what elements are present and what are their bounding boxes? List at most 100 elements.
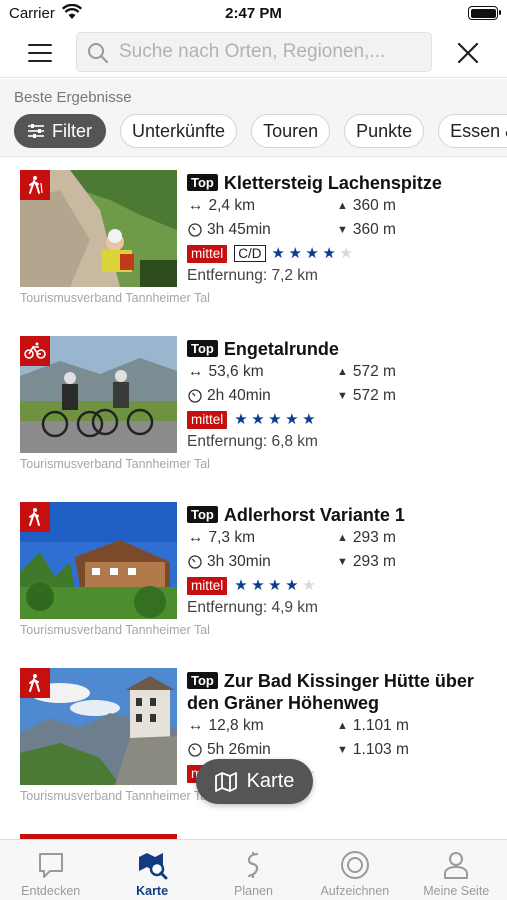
result-image bbox=[20, 668, 177, 785]
result-title: Top Engetalrunde bbox=[187, 338, 487, 360]
descent-value: 572 m bbox=[352, 387, 396, 404]
tab-label: Meine Seite bbox=[423, 884, 490, 898]
difficulty-badge: mittel bbox=[187, 410, 228, 429]
rating-stars: ★★★★★ bbox=[234, 410, 319, 428]
star-icon: ★ bbox=[234, 576, 248, 594]
tab-bar: Entdecken Karte Planen Aufzeichnen Meine… bbox=[0, 839, 507, 900]
distance-value: 7,3 km bbox=[208, 529, 256, 546]
ascent-value: 293 m bbox=[352, 529, 396, 546]
star-icon: ★ bbox=[288, 244, 302, 262]
result-info: Top Engetalrunde ↔ 53,6 km ▲ 572 m 2h 40min… bbox=[187, 338, 487, 451]
search-icon bbox=[88, 43, 109, 64]
chip-unterkuenfte[interactable]: Unterkünfte bbox=[120, 114, 238, 148]
difficulty-badge: mittel bbox=[187, 576, 228, 595]
tab-planen[interactable]: Planen bbox=[203, 840, 304, 900]
result-title: Top Zur Bad Kissinger Hütte über den Grän… bbox=[187, 670, 487, 714]
star-icon: ★ bbox=[322, 244, 336, 262]
map-search-icon bbox=[139, 853, 168, 880]
star-icon: ★ bbox=[285, 410, 299, 428]
star-icon: ★ bbox=[305, 244, 319, 262]
map-button[interactable]: Karte bbox=[196, 759, 313, 804]
distance-icon: ↔ bbox=[188, 363, 204, 380]
star-icon: ★ bbox=[268, 576, 282, 594]
result-title: Top Adlerhorst Variante 1 bbox=[187, 504, 487, 526]
title-text: Engetalrunde bbox=[223, 339, 339, 359]
filter-button[interactable]: Filter bbox=[14, 114, 106, 148]
map-icon bbox=[214, 771, 237, 792]
hiking-icon bbox=[20, 170, 50, 200]
chip-touren[interactable]: Touren bbox=[251, 114, 331, 148]
source-text: Tourismusverband Tannheimer Tal bbox=[20, 291, 210, 305]
source-text: Tourismusverband Tannheimer Tal bbox=[20, 457, 210, 471]
filter-area: Beste Ergebnisse Filter Unterkünfte Tour… bbox=[0, 79, 507, 157]
top-badge: Top bbox=[187, 672, 218, 689]
person-icon bbox=[444, 852, 469, 879]
record-icon bbox=[340, 851, 369, 879]
tab-entdecken[interactable]: Entdecken bbox=[0, 840, 101, 900]
title-text: Zur Bad Kissinger Hütte über den Gräner … bbox=[187, 671, 474, 713]
proximity-text: Entfernung: 6,8 km bbox=[187, 433, 318, 450]
descent-value: 1.103 m bbox=[352, 741, 409, 758]
star-icon: ★ bbox=[302, 410, 316, 428]
star-icon: ★ bbox=[271, 244, 285, 262]
tab-meine-seite[interactable]: Meine Seite bbox=[406, 840, 507, 900]
search-header bbox=[0, 28, 507, 78]
ascent-value: 572 m bbox=[352, 363, 396, 380]
result-image bbox=[20, 336, 177, 453]
star-icon: ★ bbox=[251, 576, 265, 594]
status-bar: Carrier 2:47 PM bbox=[0, 0, 507, 28]
tab-label: Aufzeichnen bbox=[320, 884, 390, 898]
proximity-text: Entfernung: 4,9 km bbox=[187, 599, 318, 616]
result-info: Top Adlerhorst Variante 1 ↔ 7,3 km ▲ 293 m … bbox=[187, 504, 487, 617]
battery-icon bbox=[468, 6, 501, 20]
descent-icon: ▼ bbox=[337, 744, 348, 756]
result-image bbox=[20, 502, 177, 619]
filter-label: Filter bbox=[52, 120, 92, 141]
descent-value: 360 m bbox=[352, 221, 396, 238]
map-button-label: Karte bbox=[246, 770, 295, 792]
difficulty-badge: mittel bbox=[187, 244, 228, 263]
clock-icon bbox=[188, 389, 202, 403]
rating-stars: ★★★★★ bbox=[271, 244, 357, 262]
result-card[interactable]: Top Klettersteig Lachenspitze ↔ 2,4 km ▲ 36… bbox=[0, 158, 507, 324]
chip-essen-trinken[interactable]: Essen & Trinken bbox=[438, 114, 507, 148]
result-card[interactable]: Top Engetalrunde ↔ 53,6 km ▲ 572 m 2h 40min… bbox=[0, 324, 507, 490]
close-icon[interactable] bbox=[454, 39, 482, 67]
ascent-value: 360 m bbox=[352, 197, 396, 214]
distance-value: 2,4 km bbox=[208, 197, 256, 214]
section-label: Beste Ergebnisse bbox=[14, 89, 132, 106]
rating-stars: ★★★★★ bbox=[234, 576, 319, 594]
duration-value: 5h 26min bbox=[207, 741, 271, 758]
ascent-icon: ▲ bbox=[337, 532, 348, 544]
descent-icon: ▼ bbox=[337, 556, 348, 568]
grade-badge: C/D bbox=[234, 245, 266, 262]
chip-punkte[interactable]: Punkte bbox=[344, 114, 425, 148]
search-box[interactable] bbox=[76, 32, 432, 72]
result-info: Top Klettersteig Lachenspitze ↔ 2,4 km ▲ 36… bbox=[187, 172, 487, 285]
tab-label: Karte bbox=[136, 884, 169, 898]
title-text: Klettersteig Lachenspitze bbox=[223, 173, 442, 193]
descent-value: 293 m bbox=[352, 553, 396, 570]
tab-karte[interactable]: Karte bbox=[101, 840, 202, 900]
result-card[interactable]: Top Adlerhorst Variante 1 ↔ 7,3 km ▲ 293 m … bbox=[0, 490, 507, 656]
ascent-value: 1.101 m bbox=[352, 717, 409, 734]
descent-icon: ▼ bbox=[337, 224, 348, 236]
clock-icon bbox=[188, 555, 202, 569]
route-icon bbox=[248, 852, 259, 878]
descent-icon: ▼ bbox=[337, 390, 348, 402]
ascent-icon: ▲ bbox=[337, 720, 348, 732]
star-icon: ★ bbox=[339, 244, 353, 262]
menu-button[interactable] bbox=[22, 40, 58, 66]
filter-chips: Filter Unterkünfte Touren Punkte Essen &… bbox=[14, 114, 507, 148]
top-badge: Top bbox=[187, 506, 218, 523]
search-input[interactable] bbox=[119, 34, 425, 70]
proximity-text: Entfernung: 7,2 km bbox=[187, 267, 318, 284]
clock-icon bbox=[188, 223, 202, 237]
title-text: Adlerhorst Variante 1 bbox=[223, 505, 405, 525]
source-text: Tourismusverband Tannheimer Tal bbox=[20, 623, 210, 637]
distance-icon: ↔ bbox=[188, 197, 204, 214]
source-text: Tourismusverband Tannheimer Tal bbox=[20, 789, 210, 803]
tab-aufzeichnen[interactable]: Aufzeichnen bbox=[304, 840, 405, 900]
speech-bubble-icon bbox=[38, 853, 63, 878]
star-icon: ★ bbox=[302, 576, 316, 594]
